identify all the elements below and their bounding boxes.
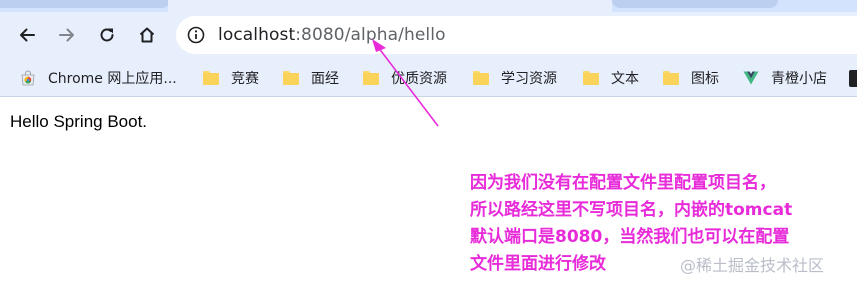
annotation-line: 所以路经这里不写项目名，内嵌的tomcat — [470, 200, 793, 220]
bookmark-label: 图标 — [691, 71, 719, 87]
annotation-line: 因为我们没有在配置文件里配置项目名， — [470, 173, 776, 193]
home-button[interactable] — [132, 20, 162, 50]
folder-icon — [363, 71, 379, 85]
folder-icon — [203, 71, 219, 85]
url-host: localhost — [218, 25, 296, 45]
bookmark-folder-icons[interactable]: 图标 — [663, 68, 719, 88]
watermark: @稀土掘金技术社区 — [680, 256, 825, 275]
tab-next[interactable] — [612, 0, 778, 8]
bookmark-folder-quality-resources[interactable]: 优质资源 — [363, 68, 447, 88]
tab-strip — [0, 0, 857, 12]
vue-icon — [743, 71, 759, 85]
tab-previous[interactable] — [0, 0, 170, 8]
bookmark-overflow-icon[interactable] — [849, 70, 857, 87]
reload-icon — [100, 28, 114, 42]
info-icon[interactable] — [186, 25, 206, 45]
address-bar[interactable]: localhost:8080/alpha/hello — [176, 16, 857, 54]
chrome-store-icon — [21, 70, 35, 86]
bookmark-label: 竞赛 — [231, 71, 259, 87]
folder-icon — [283, 71, 299, 85]
bookmark-label: 文本 — [611, 71, 639, 87]
bookmark-folder-text[interactable]: 文本 — [583, 68, 639, 88]
bookmark-folder-contest[interactable]: 竞赛 — [203, 68, 259, 88]
bookmark-label: Chrome 网上应用... — [48, 71, 177, 87]
bookmarks-bar: Chrome 网上应用... 竞赛 面经 优质资源 学习资源 文本 图标 青橙小… — [0, 60, 857, 97]
bookmark-label: 面经 — [311, 71, 339, 87]
bookmark-label: 青橙小店 — [771, 71, 827, 87]
bookmark-label: 学习资源 — [501, 71, 557, 87]
tab-active[interactable] — [168, 0, 612, 12]
bookmark-qingcheng-shop[interactable]: 青橙小店 — [743, 68, 827, 88]
page-body-text: Hello Spring Boot. — [10, 112, 148, 131]
annotation-line: 默认端口是8080，当然我们也可以在配置 — [470, 227, 790, 247]
forward-button[interactable] — [52, 20, 82, 50]
url-path: :8080/alpha/hello — [295, 25, 446, 45]
reload-button[interactable] — [92, 20, 122, 50]
bookmark-chrome-web-store[interactable]: Chrome 网上应用... — [20, 68, 177, 88]
folder-icon — [663, 71, 679, 85]
back-arrow-icon — [20, 28, 35, 42]
forward-arrow-icon — [59, 28, 74, 42]
bookmark-label: 优质资源 — [391, 71, 447, 87]
bookmark-folder-interview[interactable]: 面经 — [283, 68, 339, 88]
url-text[interactable]: localhost:8080/alpha/hello — [218, 25, 446, 45]
folder-icon — [583, 71, 599, 85]
bookmark-folder-learning-resources[interactable]: 学习资源 — [473, 68, 557, 88]
browser-toolbar: localhost:8080/alpha/hello — [0, 12, 857, 60]
back-button[interactable] — [12, 20, 42, 50]
home-icon — [139, 27, 155, 43]
folder-icon — [473, 71, 489, 85]
